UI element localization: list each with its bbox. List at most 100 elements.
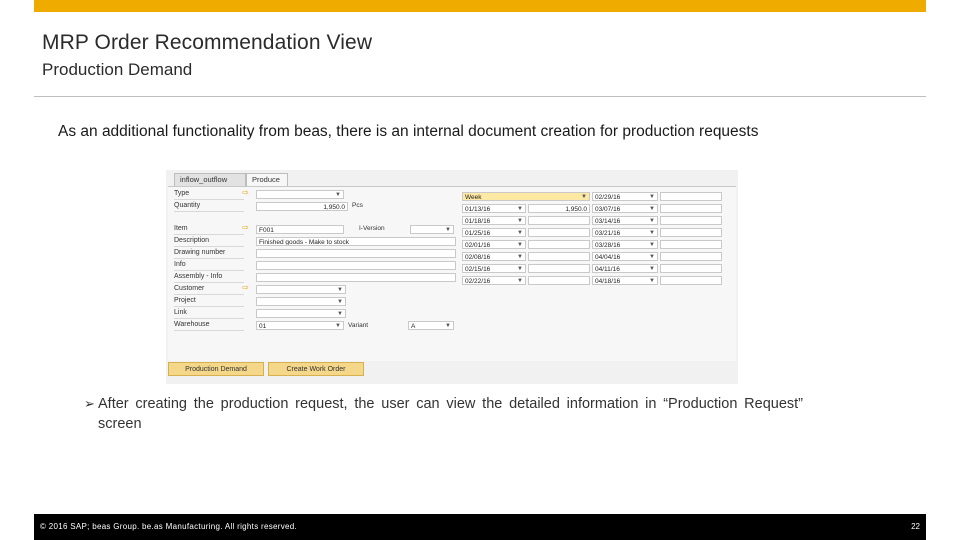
bullet-arrow-icon: ➢ bbox=[84, 396, 95, 411]
type-field[interactable]: ▼ bbox=[256, 190, 344, 199]
project-field[interactable]: ▼ bbox=[256, 297, 346, 306]
description-label: Description bbox=[174, 236, 244, 247]
right-date-field[interactable]: 04/18/16 ▼ bbox=[592, 276, 658, 285]
variant-field[interactable]: A ▼ bbox=[408, 321, 454, 330]
schedule-quantity-field[interactable] bbox=[528, 252, 590, 261]
chevron-down-icon[interactable]: ▼ bbox=[337, 286, 343, 293]
left-date-field[interactable]: 02/22/16 ▼ bbox=[462, 276, 526, 285]
schedule-quantity-field[interactable] bbox=[660, 276, 722, 285]
intro-text: As an additional functionality from beas… bbox=[58, 123, 759, 140]
production-demand-button[interactable]: Production Demand bbox=[168, 362, 264, 376]
chevron-down-icon[interactable]: ▼ bbox=[517, 205, 523, 212]
version-label: I-Version bbox=[359, 225, 385, 232]
chevron-down-icon[interactable]: ▼ bbox=[649, 217, 655, 224]
chevron-down-icon[interactable]: ▼ bbox=[517, 277, 523, 284]
slide-subtitle: Production Demand bbox=[42, 60, 193, 79]
right-date-field[interactable]: 03/14/16 ▼ bbox=[592, 216, 658, 225]
customer-field[interactable]: ▼ bbox=[256, 285, 346, 294]
left-date-field[interactable]: 01/18/16 ▼ bbox=[462, 216, 526, 225]
chevron-down-icon[interactable]: ▼ bbox=[517, 253, 523, 260]
left-date-field[interactable]: 02/08/16 ▼ bbox=[462, 252, 526, 261]
top-accent-bar bbox=[34, 0, 926, 12]
schedule-quantity-field[interactable] bbox=[660, 204, 722, 213]
schedule-quantity-field[interactable] bbox=[660, 228, 722, 237]
schedule-quantity-field[interactable]: 1,950.0 bbox=[528, 204, 590, 213]
link-arrow-icon[interactable]: ⇨ bbox=[242, 283, 249, 293]
produce-panel: Type ⇨ ▼ Quantity 1,950.0 Pcs Item ⇨ F00… bbox=[168, 186, 736, 361]
schedule-quantity-field[interactable] bbox=[660, 216, 722, 225]
schedule-quantity-field[interactable] bbox=[660, 192, 722, 201]
tab-inflow-outflow[interactable]: inflow_outflow bbox=[174, 173, 246, 187]
variant-label: Variant bbox=[348, 322, 369, 329]
produce-form-screenshot: inflow_outflow Produce Type ⇨ ▼ Quantity… bbox=[166, 170, 738, 384]
right-date-field[interactable]: 04/11/16 ▼ bbox=[592, 264, 658, 273]
tab-produce[interactable]: Produce bbox=[246, 173, 288, 187]
chevron-down-icon[interactable]: ▼ bbox=[649, 265, 655, 272]
left-date-field[interactable]: 02/01/16 ▼ bbox=[462, 240, 526, 249]
schedule-quantity-field[interactable] bbox=[528, 276, 590, 285]
schedule-quantity-field[interactable] bbox=[660, 252, 722, 261]
link-field[interactable]: ▼ bbox=[256, 309, 346, 318]
schedule-quantity-field[interactable] bbox=[528, 228, 590, 237]
info-label: Info bbox=[174, 260, 244, 271]
chevron-down-icon[interactable]: ▼ bbox=[649, 241, 655, 248]
page-number: 22 bbox=[911, 522, 920, 531]
chevron-down-icon[interactable]: ▼ bbox=[445, 226, 451, 233]
right-date-field[interactable]: 02/29/16 ▼ bbox=[592, 192, 658, 201]
chevron-down-icon[interactable]: ▼ bbox=[517, 241, 523, 248]
left-date-field[interactable]: 01/13/16 ▼ bbox=[462, 204, 526, 213]
chevron-down-icon[interactable]: ▼ bbox=[649, 253, 655, 260]
chevron-down-icon[interactable]: ▼ bbox=[337, 298, 343, 305]
project-label: Project bbox=[174, 296, 244, 307]
chevron-down-icon[interactable]: ▼ bbox=[517, 229, 523, 236]
period-select[interactable]: Week ▼ bbox=[462, 192, 590, 201]
schedule-quantity-field[interactable] bbox=[528, 264, 590, 273]
right-date-field[interactable]: 03/07/16 ▼ bbox=[592, 204, 658, 213]
chevron-down-icon[interactable]: ▼ bbox=[649, 277, 655, 284]
schedule-quantity-field[interactable] bbox=[660, 264, 722, 273]
slide-title: MRP Order Recommendation View bbox=[42, 31, 373, 54]
chevron-down-icon[interactable]: ▼ bbox=[649, 205, 655, 212]
customer-label: Customer bbox=[174, 284, 244, 295]
drawing-number-field[interactable] bbox=[256, 249, 456, 258]
bullet-text: After creating the production request, t… bbox=[98, 396, 803, 432]
item-field[interactable]: F001 bbox=[256, 225, 344, 234]
item-label: Item bbox=[174, 224, 244, 235]
link-arrow-icon[interactable]: ⇨ bbox=[242, 188, 249, 198]
chevron-down-icon[interactable]: ▼ bbox=[445, 322, 451, 329]
footer-copyright: © 2016 SAP; beas Group. be.as Manufactur… bbox=[40, 522, 298, 531]
schedule-quantity-field[interactable] bbox=[528, 216, 590, 225]
right-date-field[interactable]: 04/04/16 ▼ bbox=[592, 252, 658, 261]
warehouse-label: Warehouse bbox=[174, 320, 244, 331]
right-date-field[interactable]: 03/28/16 ▼ bbox=[592, 240, 658, 249]
warehouse-field[interactable]: 01 ▼ bbox=[256, 321, 344, 330]
left-date-field[interactable]: 02/15/16 ▼ bbox=[462, 264, 526, 273]
quantity-label: Quantity bbox=[174, 201, 244, 212]
info-field[interactable] bbox=[256, 261, 456, 270]
drawing-number-label: Drawing number bbox=[174, 248, 244, 259]
chevron-down-icon[interactable]: ▼ bbox=[517, 265, 523, 272]
chevron-down-icon[interactable]: ▼ bbox=[335, 322, 341, 329]
description-field[interactable]: Finished goods - Make to stock bbox=[256, 237, 456, 246]
schedule-quantity-field[interactable] bbox=[660, 240, 722, 249]
right-date-field[interactable]: 03/21/16 ▼ bbox=[592, 228, 658, 237]
quantity-field[interactable]: 1,950.0 bbox=[256, 202, 348, 211]
chevron-down-icon[interactable]: ▼ bbox=[335, 191, 341, 198]
create-work-order-button[interactable]: Create Work Order bbox=[268, 362, 364, 376]
chevron-down-icon[interactable]: ▼ bbox=[581, 193, 587, 200]
chevron-down-icon[interactable]: ▼ bbox=[337, 310, 343, 317]
chevron-down-icon[interactable]: ▼ bbox=[649, 193, 655, 200]
left-date-field[interactable]: 01/25/16 ▼ bbox=[462, 228, 526, 237]
version-select[interactable]: ▼ bbox=[410, 225, 454, 234]
assembly-info-field[interactable] bbox=[256, 273, 456, 282]
link-label: Link bbox=[174, 308, 244, 319]
header-divider bbox=[34, 96, 926, 97]
type-label: Type bbox=[174, 189, 244, 200]
footer-bar: © 2016 SAP; beas Group. be.as Manufactur… bbox=[34, 514, 926, 540]
quantity-unit: Pcs bbox=[352, 202, 363, 209]
assembly-info-label: Assembly - Info bbox=[174, 272, 244, 283]
chevron-down-icon[interactable]: ▼ bbox=[517, 217, 523, 224]
schedule-quantity-field[interactable] bbox=[528, 240, 590, 249]
link-arrow-icon[interactable]: ⇨ bbox=[242, 223, 249, 233]
chevron-down-icon[interactable]: ▼ bbox=[649, 229, 655, 236]
